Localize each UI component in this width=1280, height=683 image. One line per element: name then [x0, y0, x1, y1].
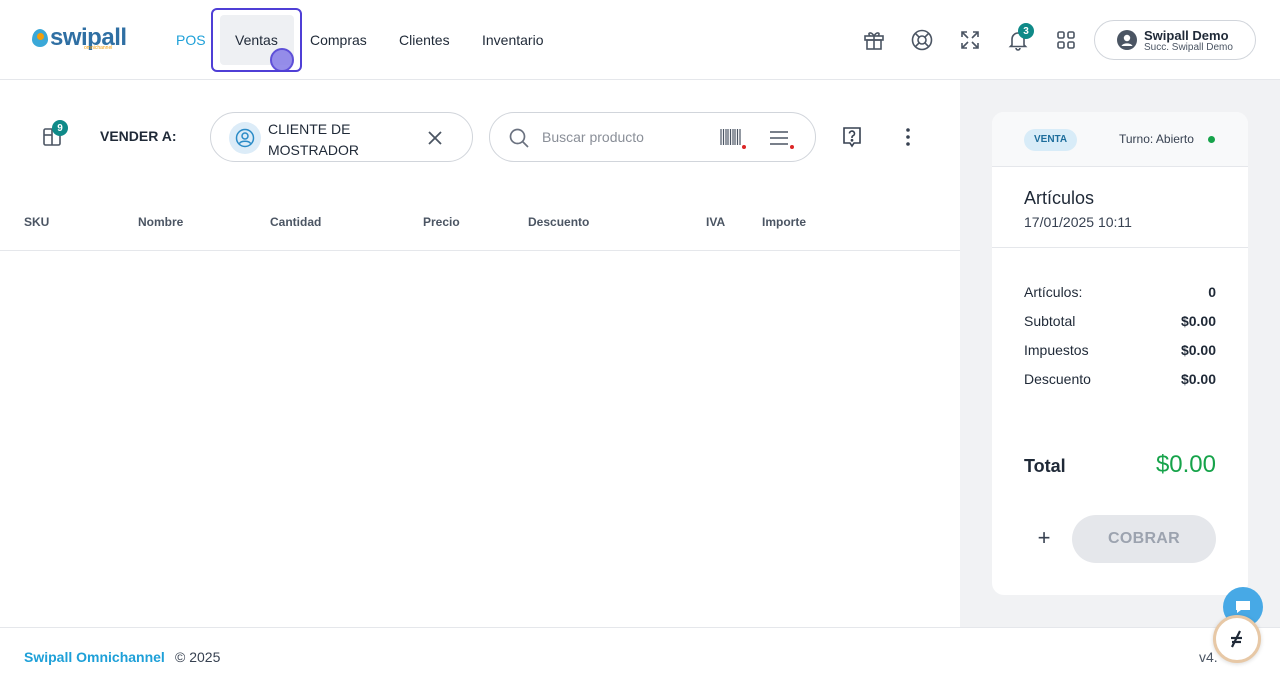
- top-navbar: swipall omnichannel POS Ventas Compras C…: [0, 0, 1280, 80]
- search-icon: [507, 126, 531, 150]
- more-options-icon[interactable]: [896, 125, 920, 149]
- logo-drop-icon: [32, 29, 48, 47]
- nav-item-ventas[interactable]: Ventas: [235, 30, 278, 50]
- user-menu-button[interactable]: Swipall Demo Succ. Swipall Demo: [1094, 20, 1256, 60]
- summary-value: $0.00: [1180, 342, 1216, 358]
- expand-icon[interactable]: [958, 28, 982, 52]
- client-avatar-icon: [229, 122, 261, 154]
- barcode-icon[interactable]: [719, 126, 747, 150]
- shift-status: Turno: Abierto: [1119, 132, 1194, 146]
- add-payment-button[interactable]: +: [1032, 526, 1056, 550]
- summary-value: $0.00: [1180, 313, 1216, 329]
- app-version: v4.: [1199, 649, 1218, 665]
- total-label: Total: [1024, 456, 1066, 476]
- user-name: Swipall Demo: [1144, 28, 1229, 43]
- user-avatar-icon: [1117, 30, 1137, 50]
- total-value: $0.00: [1155, 451, 1216, 478]
- summary-value: 0: [1208, 284, 1216, 300]
- clear-client-icon[interactable]: [425, 128, 445, 148]
- summary-title: Artículos: [1024, 188, 1095, 208]
- column-header-precio[interactable]: Precio: [423, 215, 460, 229]
- nav-item-inventario[interactable]: Inventario: [482, 30, 543, 50]
- summary-label: Artículos:: [1024, 284, 1083, 300]
- notifications-badge: 3: [1018, 23, 1034, 39]
- client-name: CLIENTE DE MOSTRADOR: [268, 121, 359, 158]
- column-header-iva[interactable]: IVA: [706, 215, 725, 229]
- sales-table-header: SKU Nombre Cantidad Precio Descuento IVA…: [0, 203, 960, 251]
- charge-button[interactable]: COBRAR: [1072, 515, 1216, 563]
- summary-divider: [992, 247, 1248, 248]
- page-footer: Swipall Omnichannel © 2025 v4.: [0, 627, 1280, 683]
- click-cursor-indicator: [270, 48, 294, 72]
- sale-type-badge: VENTA: [1024, 129, 1078, 151]
- user-branch: Succ. Swipall Demo: [1144, 42, 1233, 53]
- summary-row-descuento: Descuento $0.00: [1024, 371, 1216, 389]
- summary-row-subtotal: Subtotal $0.00: [1024, 313, 1216, 331]
- column-header-descuento[interactable]: Descuento: [528, 215, 589, 229]
- column-header-importe[interactable]: Importe: [762, 215, 806, 229]
- pos-main: 9 VENDER A: CLIENTE DE MOSTRADOR SKU Nom…: [0, 80, 960, 627]
- filter-menu-icon[interactable]: [768, 127, 796, 151]
- footer-brand-link[interactable]: Swipall Omnichannel: [24, 649, 165, 665]
- product-search-input[interactable]: [542, 127, 702, 147]
- nav-item-clientes[interactable]: Clientes: [399, 30, 450, 50]
- summary-label: Descuento: [1024, 371, 1091, 387]
- quick-action-button[interactable]: [1213, 615, 1261, 663]
- sell-to-label: VENDER A:: [100, 128, 177, 144]
- cart-count-badge: 9: [52, 120, 68, 136]
- summary-label: Impuestos: [1024, 342, 1089, 358]
- client-selector[interactable]: CLIENTE DE MOSTRADOR: [210, 112, 473, 162]
- logo-subtext: omnichannel: [84, 45, 113, 51]
- summary-label: Subtotal: [1024, 313, 1076, 329]
- lifebuoy-icon[interactable]: [910, 28, 934, 52]
- nav-item-pos[interactable]: POS: [176, 30, 206, 50]
- nav-item-compras[interactable]: Compras: [310, 30, 367, 50]
- column-header-cantidad[interactable]: Cantidad: [270, 215, 321, 229]
- slash-icon: [1231, 630, 1242, 648]
- gift-icon[interactable]: [862, 28, 886, 52]
- summary-date: 17/01/2025 10:11: [1024, 214, 1132, 230]
- column-header-sku[interactable]: SKU: [24, 215, 49, 229]
- summary-value: $0.00: [1180, 371, 1216, 387]
- help-icon[interactable]: [840, 125, 864, 149]
- summary-card-header: VENTA Turno: Abierto: [992, 112, 1248, 167]
- footer-copyright: © 2025: [175, 649, 221, 665]
- grid-icon[interactable]: [1054, 28, 1078, 52]
- chat-icon: [1236, 601, 1250, 613]
- summary-row-impuestos: Impuestos $0.00: [1024, 342, 1216, 360]
- shift-status-dot: [1208, 136, 1215, 143]
- product-search-bar: [489, 112, 816, 162]
- summary-row-articulos: Artículos: 0: [1024, 284, 1216, 302]
- swipall-logo[interactable]: swipall omnichannel: [32, 24, 128, 52]
- column-header-nombre[interactable]: Nombre: [138, 215, 183, 229]
- sale-summary-card: VENTA Turno: Abierto Artículos 17/01/202…: [992, 112, 1248, 595]
